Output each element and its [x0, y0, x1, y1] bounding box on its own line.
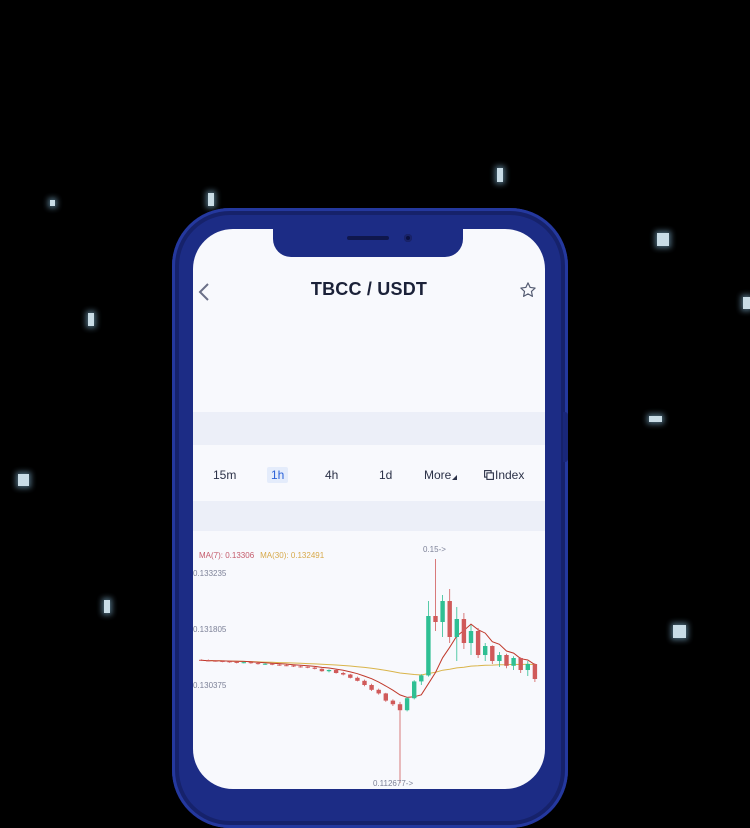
sparkle-decoration	[673, 625, 686, 638]
dropdown-corner-icon	[452, 475, 458, 480]
candle-body	[199, 659, 204, 661]
ma-legend: MA(7): 0.13306 MA(30): 0.132491	[199, 551, 324, 560]
tab-more[interactable]: More	[424, 467, 458, 483]
tab-15m[interactable]: 15m	[213, 467, 236, 483]
candle-body	[255, 663, 261, 665]
tab-more-label: More	[424, 468, 452, 482]
front-camera	[404, 234, 412, 242]
candle-body	[390, 700, 396, 705]
candle-body	[497, 655, 502, 662]
candle-body	[447, 601, 452, 638]
ma30-legend: MA(30): 0.132491	[260, 551, 325, 560]
candle-body	[518, 658, 523, 671]
tabs-divider-band	[193, 501, 545, 531]
candle-body	[490, 646, 495, 662]
low-price-marker: 0.112677->	[373, 779, 413, 788]
candle-body	[262, 663, 268, 665]
sparkle-decoration	[649, 416, 662, 422]
candle-body	[248, 662, 254, 664]
sparkle-decoration	[88, 313, 94, 326]
candle-body	[419, 675, 424, 682]
candle-body	[319, 668, 325, 672]
candle-body	[291, 665, 296, 667]
y-tick-label: 0.131805	[193, 625, 227, 634]
phone-notch	[273, 229, 463, 257]
candle-body	[454, 619, 459, 638]
high-price-marker: 0.15->	[423, 545, 446, 554]
candle-body	[511, 658, 516, 666]
candle-body	[532, 664, 538, 680]
speaker-grille	[347, 236, 389, 240]
sparkle-decoration	[208, 193, 214, 206]
sparkle-decoration	[104, 600, 110, 613]
header-divider-band	[193, 412, 545, 445]
tab-1d[interactable]: 1d	[379, 467, 392, 483]
candle-body	[433, 616, 438, 623]
top-bar: TBCC / USDT	[193, 269, 545, 313]
candle-body	[341, 673, 346, 675]
candle-body	[397, 704, 403, 711]
candle-body	[213, 660, 218, 662]
sparkle-decoration	[18, 474, 29, 486]
candle-body	[220, 661, 225, 663]
star-icon[interactable]	[519, 281, 537, 299]
interval-tabs: 15m 1h 4h 1d More Index	[193, 445, 545, 501]
candle-body	[362, 680, 367, 686]
y-tick-label: 0.130375	[193, 681, 227, 690]
page-title: TBCC / USDT	[310, 279, 428, 299]
candle-body	[305, 666, 310, 668]
tab-1h[interactable]: 1h	[267, 467, 289, 483]
phone-side-button	[563, 412, 568, 462]
candle-body	[483, 646, 488, 656]
candlestick-chart: 0.133235 0.131805 0.130375 0.15-> 0.112677->	[193, 545, 538, 788]
tab-4h[interactable]: 4h	[325, 467, 338, 483]
candle-body	[326, 670, 332, 672]
candle-body	[383, 693, 388, 701]
candle-body	[241, 662, 246, 664]
candle-body	[298, 666, 303, 668]
candle-body	[206, 660, 211, 662]
index-label: Index	[495, 468, 525, 482]
candle-body	[475, 631, 481, 656]
candle-body	[355, 677, 360, 681]
copy-icon	[484, 470, 494, 480]
candle-body	[412, 681, 417, 699]
candle-body	[270, 663, 275, 665]
index-button[interactable]: Index	[484, 467, 524, 483]
sparkle-decoration	[50, 200, 55, 206]
candle-body	[426, 616, 431, 676]
candle-body	[461, 619, 467, 644]
candle-body	[277, 664, 282, 666]
candle-body	[404, 698, 410, 711]
sparkle-decoration	[497, 168, 503, 182]
candle-body	[369, 685, 374, 690]
candle-body	[504, 655, 509, 666]
candle-body	[227, 661, 232, 663]
price-chart[interactable]: MA(7): 0.13306 MA(30): 0.132491 0.133235 0…	[193, 531, 545, 789]
sparkle-decoration	[743, 297, 750, 309]
candle-body	[468, 631, 474, 644]
candle-body	[312, 667, 317, 669]
candle-body	[284, 665, 289, 667]
candle-body	[440, 601, 445, 623]
candle-body	[525, 664, 530, 671]
y-tick-label: 0.133235	[193, 569, 227, 578]
candle-body	[348, 674, 353, 678]
candle-body	[376, 689, 381, 694]
candle-body	[333, 670, 339, 674]
ma7-legend: MA(7): 0.13306	[199, 551, 255, 560]
candle-body	[234, 661, 239, 663]
sparkle-decoration	[657, 233, 669, 246]
phone-screen: TBCC / USDT 15m 1h 4h 1d More Index MA(7…	[193, 229, 545, 789]
